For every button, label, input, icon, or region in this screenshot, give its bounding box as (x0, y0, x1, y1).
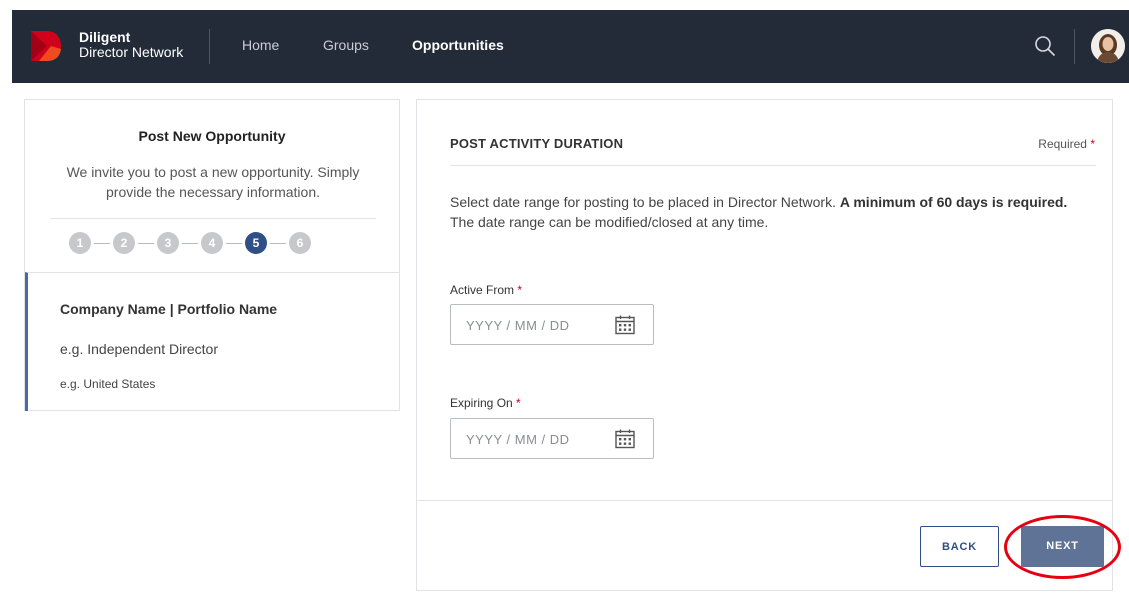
step-connector (182, 243, 198, 244)
instruction-text: Select date range for posting to be plac… (450, 194, 836, 210)
top-navigation-bar: Diligent Director Network Home Groups Op… (12, 10, 1129, 83)
step-connector (226, 243, 242, 244)
required-star: * (517, 283, 523, 297)
step-2: 2 (113, 232, 135, 254)
nav-divider-right (1074, 29, 1075, 64)
required-star: * (1090, 137, 1095, 151)
role-title: e.g. Independent Director (60, 341, 218, 357)
active-from-label: Active From * (450, 283, 522, 297)
instruction-text-2: The date range can be modified/closed at… (450, 214, 769, 230)
panel-description: We invite you to post a new opportunity.… (66, 164, 360, 200)
next-button-highlight-annotation (1004, 515, 1121, 579)
nav-item-home[interactable]: Home (242, 37, 279, 53)
company-name: Company Name | Portfolio Name (60, 301, 278, 317)
step-4: 4 (201, 232, 223, 254)
brand-name[interactable]: Diligent Director Network (79, 30, 183, 60)
required-indicator: Required * (1038, 137, 1095, 151)
user-avatar[interactable] (1091, 29, 1125, 63)
brand-line-2: Director Network (79, 44, 184, 60)
back-button[interactable]: BACK (920, 526, 999, 567)
brand-line-1: Diligent (79, 29, 131, 45)
opportunity-preview: Company Name | Portfolio Name e.g. Indep… (25, 272, 399, 411)
calendar-icon[interactable] (614, 428, 636, 450)
step-connector (94, 243, 110, 244)
nav-divider (209, 29, 210, 64)
instructions: Select date range for posting to be plac… (450, 192, 1070, 232)
step-connector (270, 243, 286, 244)
step-3: 3 (157, 232, 179, 254)
expiring-on-label: Expiring On * (450, 396, 521, 410)
date-placeholder: YYYY / MM / DD (466, 318, 570, 333)
step-6: 6 (289, 232, 311, 254)
active-from-label-text: Active From (450, 283, 515, 297)
panel-divider (50, 218, 376, 219)
calendar-icon[interactable] (614, 314, 636, 336)
active-from-date-input[interactable]: YYYY / MM / DD (450, 304, 654, 345)
section-divider (450, 165, 1096, 166)
instruction-emphasis: A minimum of 60 days is required. (839, 194, 1068, 210)
panel-title: Post New Opportunity (138, 128, 286, 144)
opportunity-summary-panel: Post New Opportunity We invite you to po… (24, 99, 400, 411)
required-star: * (516, 396, 521, 410)
diligent-logo-icon[interactable] (29, 29, 63, 63)
required-label: Required (1038, 137, 1087, 151)
footer-divider (417, 500, 1112, 501)
activity-duration-form: POST ACTIVITY DURATION Required * Select… (416, 99, 1113, 591)
location: e.g. United States (60, 377, 156, 391)
nav-item-opportunities[interactable]: Opportunities (412, 37, 504, 53)
step-connector (138, 243, 154, 244)
expiring-on-label-text: Expiring On (450, 396, 513, 410)
date-placeholder: YYYY / MM / DD (466, 432, 570, 447)
search-icon[interactable] (1034, 35, 1056, 57)
step-5-current: 5 (245, 232, 267, 254)
section-heading: POST ACTIVITY DURATION (450, 136, 624, 151)
nav-item-groups[interactable]: Groups (323, 37, 369, 53)
step-1: 1 (69, 232, 91, 254)
expiring-on-date-input[interactable]: YYYY / MM / DD (450, 418, 654, 459)
